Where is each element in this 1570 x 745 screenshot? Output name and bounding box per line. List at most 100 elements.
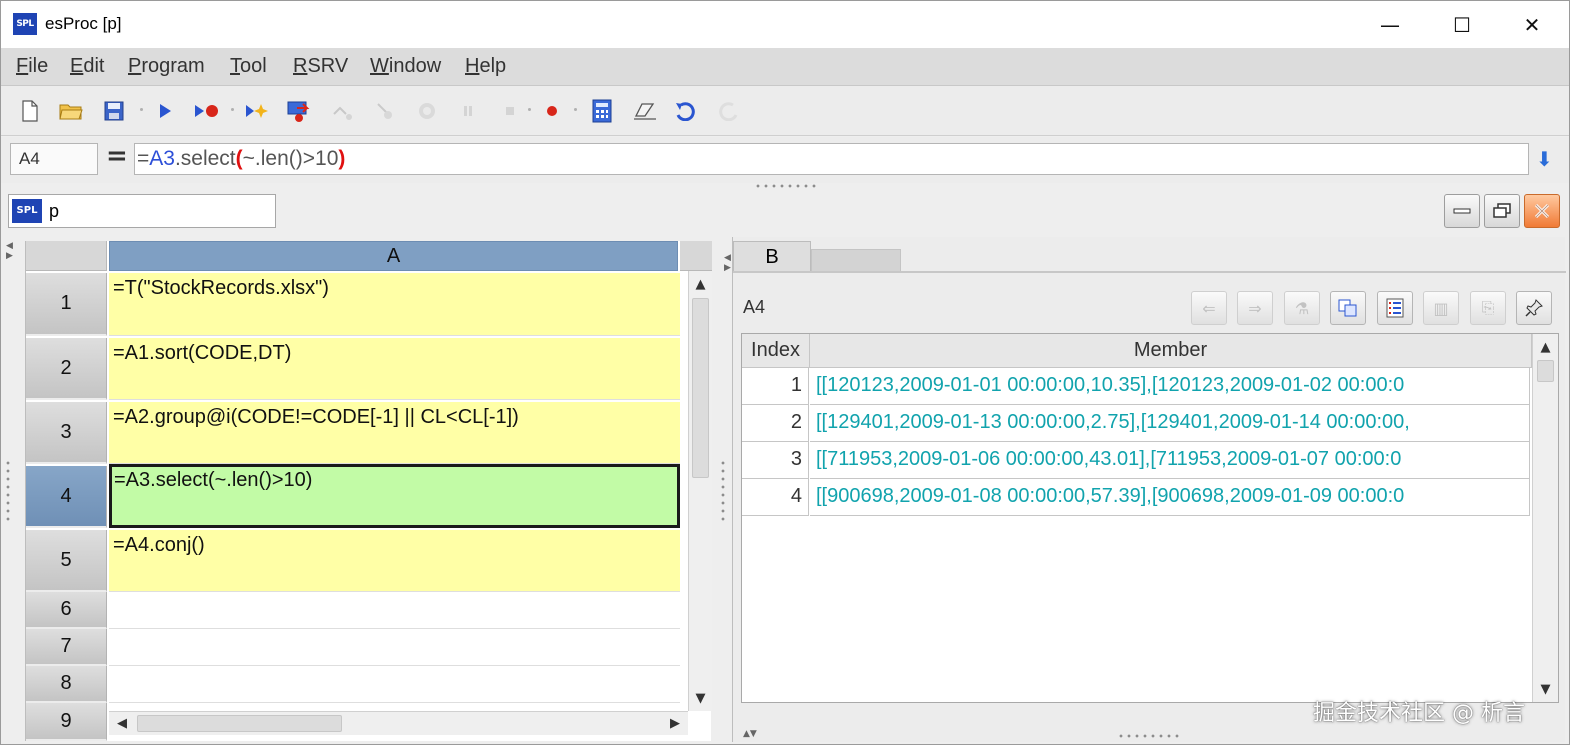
menu-program[interactable]: Program (128, 55, 205, 78)
stop-icon[interactable] (497, 98, 523, 124)
undo-icon[interactable] (673, 98, 699, 124)
eraser-icon[interactable] (632, 98, 658, 124)
row-header[interactable]: 9 (26, 703, 107, 741)
toolbar-separator (140, 108, 143, 111)
grid-corner[interactable] (26, 241, 107, 271)
column-header-member[interactable]: Member (810, 334, 1532, 368)
middle-splitter-grip-icon[interactable] (721, 459, 725, 521)
expand-formula-icon[interactable]: ⬇ (1536, 147, 1553, 171)
step-return-icon[interactable] (414, 98, 440, 124)
new-file-icon[interactable] (17, 98, 43, 124)
chart-icon[interactable]: ▥ (1423, 291, 1459, 325)
row-header[interactable]: 5 (26, 530, 107, 592)
menu-edit[interactable]: Edit (70, 55, 104, 78)
cell-grid: A 1 =T("StockRecords.xlsx") 2 =A1.sort(C… (25, 241, 712, 741)
equals-icon: = (106, 141, 128, 171)
run-to-cursor-icon[interactable] (194, 98, 220, 124)
left-splitter-grip-icon[interactable] (6, 459, 10, 521)
row-header[interactable]: 1 (26, 273, 107, 336)
calculator-icon[interactable] (589, 98, 615, 124)
grid-horizontal-scrollbar[interactable]: ◀ ▶ (109, 711, 688, 735)
step-into-icon[interactable] (372, 98, 398, 124)
toolbar (1, 86, 1569, 136)
pause-icon[interactable] (455, 98, 481, 124)
cell-a3[interactable]: =A2.group@i(CODE!=CODE[-1] || CL<CL[-1]) (109, 402, 680, 464)
run-icon[interactable] (152, 98, 178, 124)
scroll-thumb[interactable] (137, 715, 342, 732)
scroll-left-icon[interactable]: ◀ (111, 712, 133, 735)
window-title: esProc [p] (45, 14, 122, 33)
bottom-splitter-grip-icon[interactable] (1117, 734, 1179, 738)
row-header[interactable]: 2 (26, 338, 107, 400)
menu-file[interactable]: File (16, 55, 48, 78)
document-tab[interactable]: SPL p (8, 194, 276, 228)
row-member-link[interactable]: [[900698,2009-01-08 00:00:00,57.39],[900… (810, 479, 1530, 516)
row-header[interactable]: 7 (26, 629, 107, 666)
copy-icon[interactable] (1330, 291, 1366, 325)
collapse-bottom-arrow-icon[interactable]: ▲▼ (743, 729, 757, 739)
back-arrow-icon[interactable]: ⇐ (1191, 291, 1227, 325)
cell-a5[interactable]: =A4.conj() (109, 530, 680, 592)
cell-a2[interactable]: =A1.sort(CODE,DT) (109, 338, 680, 400)
row-member-link[interactable]: [[711953,2009-01-06 00:00:00,43.01],[711… (810, 442, 1530, 479)
collapse-middle-arrow-icon[interactable]: ◀ ▶ (724, 253, 731, 273)
toolbar-separator (528, 108, 531, 111)
save-icon[interactable] (101, 98, 127, 124)
scroll-right-icon[interactable]: ▶ (664, 712, 686, 735)
menu-rsrv[interactable]: RSRV (293, 55, 348, 78)
step-over-icon[interactable] (330, 98, 356, 124)
row-header-active[interactable]: 4 (26, 466, 107, 528)
tab-strip (811, 249, 901, 272)
cell-a6[interactable] (109, 592, 680, 629)
scroll-thumb[interactable] (692, 298, 709, 478)
doc-close-button[interactable] (1524, 194, 1560, 228)
column-header-a[interactable]: A (109, 241, 678, 271)
row-header[interactable]: 3 (26, 402, 107, 464)
export-icon[interactable]: ⎘ (1470, 291, 1506, 325)
row-index: 4 (742, 479, 809, 516)
minimize-button[interactable]: — (1356, 1, 1424, 48)
menu-tool[interactable]: Tool (230, 55, 267, 78)
maximize-button[interactable]: ☐ (1428, 1, 1496, 48)
row-header[interactable]: 6 (26, 592, 107, 629)
flask-icon[interactable]: ⚗ (1284, 291, 1320, 325)
grid-vertical-scrollbar[interactable]: ▲ ▼ (688, 271, 712, 711)
row-index: 3 (742, 442, 809, 479)
doc-restore-button[interactable] (1484, 194, 1520, 228)
collapse-left-arrow-icon[interactable]: ◀ ▶ (6, 241, 13, 261)
doc-minimize-button[interactable] (1444, 194, 1480, 228)
scroll-up-icon[interactable]: ▲ (689, 273, 712, 295)
tab-b[interactable]: B (733, 241, 811, 272)
row-member-link[interactable]: [[129401,2009-01-13 00:00:00,2.75],[1294… (810, 405, 1530, 442)
scroll-up-icon[interactable]: ▲ (1533, 336, 1558, 358)
redo-icon[interactable] (715, 98, 741, 124)
cell-a7[interactable] (109, 629, 680, 666)
pin-icon[interactable] (1516, 291, 1552, 325)
step-icon[interactable] (244, 98, 270, 124)
row-member-link[interactable]: [[120123,2009-01-01 00:00:00,10.35],[120… (810, 368, 1530, 405)
list-view-icon[interactable] (1377, 291, 1413, 325)
scroll-down-icon[interactable]: ▼ (689, 687, 712, 709)
splitter-grip-icon[interactable] (754, 184, 816, 188)
cell-a1[interactable]: =T("StockRecords.xlsx") (109, 273, 680, 336)
scroll-thumb[interactable] (1537, 360, 1554, 382)
close-button[interactable]: ✕ (1498, 1, 1566, 48)
result-cell-ref: A4 (743, 297, 766, 317)
row-header[interactable]: 8 (26, 666, 107, 703)
menu-window[interactable]: Window (370, 55, 441, 78)
cell-a8[interactable] (109, 666, 680, 703)
scroll-down-icon[interactable]: ▼ (1533, 678, 1558, 700)
open-folder-icon[interactable] (58, 98, 84, 124)
cell-reference-field[interactable]: A4 (10, 143, 98, 175)
column-header-filler (680, 241, 712, 271)
debug-icon[interactable] (287, 98, 313, 124)
forward-arrow-icon[interactable]: ⇒ (1237, 291, 1273, 325)
row-index: 2 (742, 405, 809, 442)
column-header-index[interactable]: Index (742, 334, 810, 368)
formula-input[interactable]: =A3.select(~.len()>10) (134, 143, 1529, 175)
cell-a4-selected[interactable]: =A3.select(~.len()>10) (109, 464, 680, 528)
result-vertical-scrollbar[interactable]: ▲ ▼ (1532, 334, 1558, 702)
breakpoint-icon[interactable] (539, 98, 565, 124)
toolbar-separator (231, 108, 234, 111)
menu-help[interactable]: Help (465, 55, 506, 78)
